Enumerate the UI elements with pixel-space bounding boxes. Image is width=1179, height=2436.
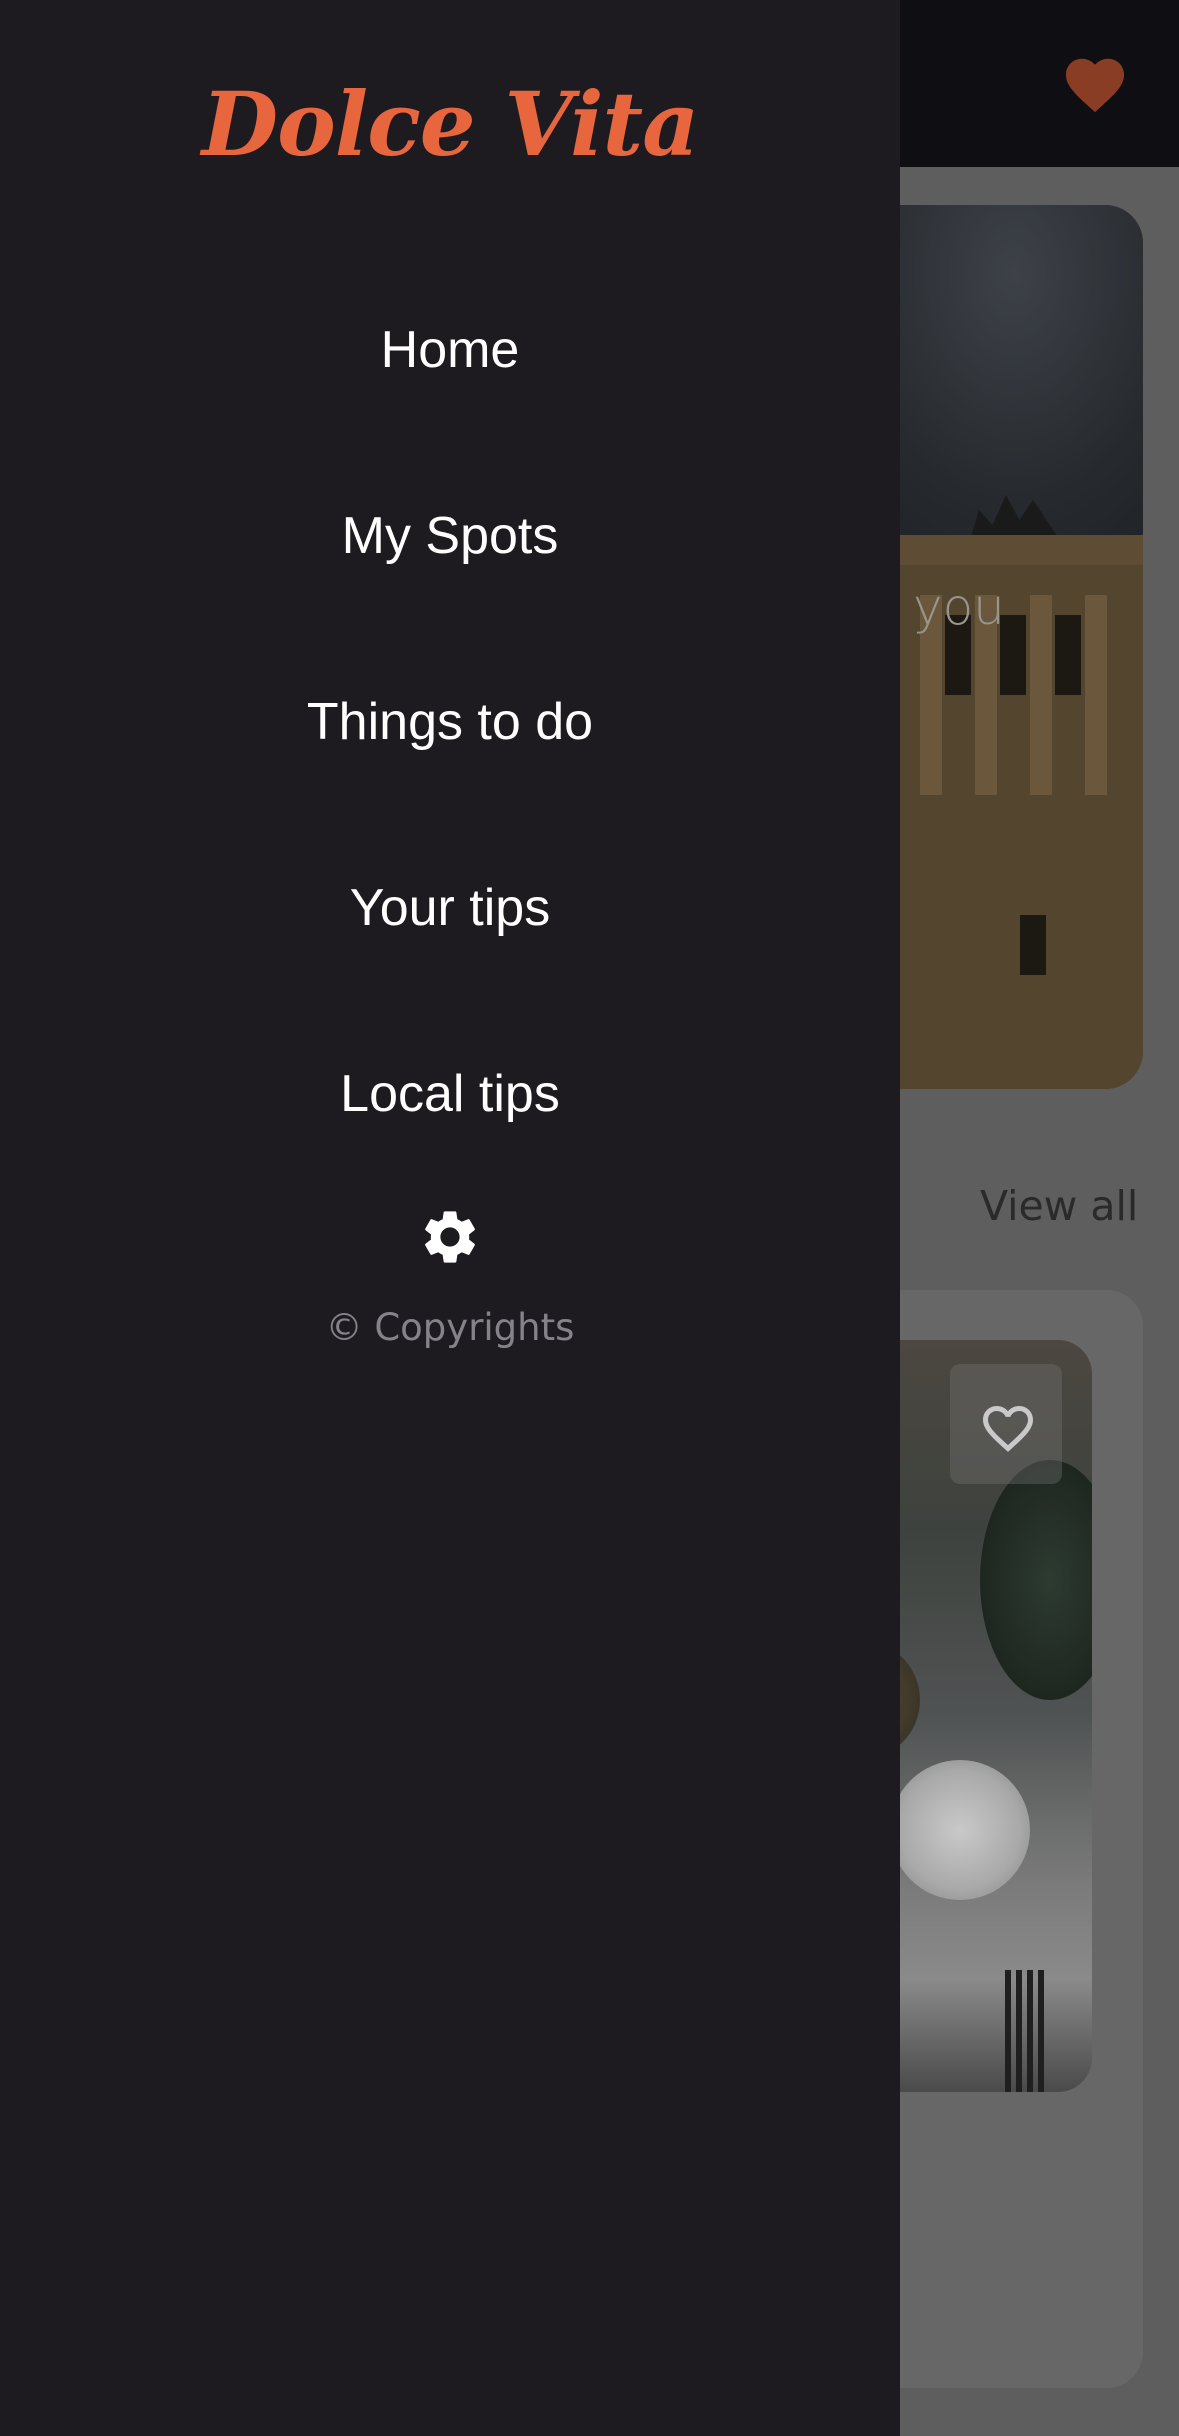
copyright-text: © Copyrights <box>325 1306 575 1349</box>
hero-caption: you <box>913 578 1005 636</box>
favorites-heart-icon[interactable] <box>1060 50 1130 114</box>
nav-item-your-tips[interactable]: Your tips <box>0 878 900 938</box>
view-all-link[interactable]: View all <box>980 1182 1138 1230</box>
nav-item-things-to-do[interactable]: Things to do <box>0 692 900 752</box>
spot-favorite-button[interactable] <box>950 1364 1062 1484</box>
heart-outline-icon <box>983 1406 1033 1452</box>
nav-item-local-tips[interactable]: Local tips <box>0 1064 900 1124</box>
app-screen: you View all Dolce Vita Home My Spots Th… <box>0 0 1179 2436</box>
brand-logo[interactable]: Dolce Vita <box>0 72 900 176</box>
nav-item-home[interactable]: Home <box>0 320 900 380</box>
navigation-drawer: Dolce Vita Home My Spots Things to do Yo… <box>0 0 900 2436</box>
nav-item-my-spots[interactable]: My Spots <box>0 506 900 566</box>
gear-icon[interactable] <box>418 1205 482 1269</box>
